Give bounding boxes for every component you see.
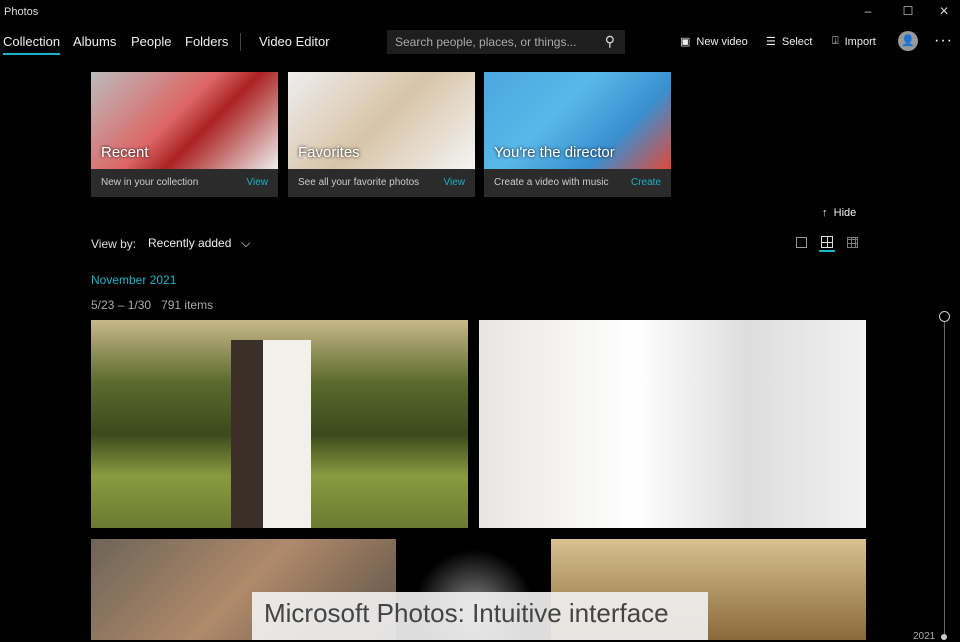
select-label: Select (781, 35, 813, 48)
card-subtitle: See all your favorite photos (298, 177, 420, 188)
card-subtitle: New in your collection (101, 177, 199, 188)
card-title: You're the director (494, 144, 615, 161)
timeline-year[interactable]: 2021 (913, 631, 935, 642)
search-placeholder: Search people, places, or things... (395, 35, 577, 49)
view-by-label: View by: (91, 237, 137, 251)
card-view-link[interactable]: View (247, 177, 269, 189)
timeline-year-dot (941, 634, 947, 640)
card-subtitle: Create a video with music (494, 177, 609, 188)
timeline-rail[interactable] (944, 322, 945, 640)
new-video-label: New video (696, 35, 748, 48)
chevron-down-icon: ⌵ (241, 236, 251, 250)
new-video-button[interactable]: ▣ New video (680, 35, 748, 49)
favorites-image: Favorites (288, 72, 475, 169)
photo-child[interactable] (479, 320, 866, 528)
caption-overlay: Microsoft Photos: Intuitive interface (252, 592, 708, 640)
tab-collection[interactable]: Collection (3, 34, 61, 55)
arrow-up-icon: ↑ (822, 207, 828, 219)
photo-wedding[interactable] (91, 320, 468, 528)
medium-view-icon[interactable] (821, 236, 833, 248)
couple-shape (231, 340, 311, 528)
card-title: Favorites (298, 144, 360, 161)
tab-albums[interactable]: Albums (73, 34, 116, 49)
minimize-button[interactable]: – (858, 4, 878, 20)
card-create-link[interactable]: Create (631, 177, 661, 189)
recent-image: Recent (91, 72, 278, 169)
import-button[interactable]: ⍗ Import (832, 35, 876, 48)
month-heading: November 2021 (91, 273, 177, 287)
date-range: 5/23 – 1/30 791 items (91, 298, 213, 312)
tab-video-editor[interactable]: Video Editor (259, 34, 330, 49)
timeline-handle[interactable] (939, 311, 950, 322)
card-favorites[interactable]: Favorites See all your favorite photos Vi… (288, 72, 475, 197)
app-title: Photos (4, 6, 39, 18)
date-range-text: 5/23 – 1/30 (91, 298, 152, 312)
select-button[interactable]: ☰ Select (766, 35, 813, 49)
import-label: Import (844, 35, 876, 48)
search-input[interactable]: Search people, places, or things... ⚲ (387, 30, 625, 54)
tab-folders[interactable]: Folders (185, 34, 228, 49)
hide-button[interactable]: ↑ Hide (822, 207, 856, 219)
nav-divider (240, 33, 241, 51)
hide-label: Hide (833, 207, 857, 219)
select-list-icon: ☰ (766, 36, 776, 48)
maximize-button[interactable]: ☐ (898, 4, 918, 20)
item-count: 791 items (161, 298, 214, 312)
import-icon: ⍗ (832, 35, 839, 47)
large-view-icon[interactable] (796, 237, 807, 248)
card-view-link[interactable]: View (444, 177, 466, 189)
view-by-dropdown[interactable]: Recently added ⌵ (148, 236, 251, 251)
close-button[interactable]: ✕ (934, 4, 954, 20)
tab-people[interactable]: People (131, 34, 171, 49)
search-icon[interactable]: ⚲ (605, 33, 615, 50)
active-view-indicator (819, 250, 835, 252)
account-avatar[interactable]: 👤 (898, 31, 918, 51)
video-icon: ▣ (680, 36, 691, 48)
director-image: You're the director (484, 72, 671, 169)
view-by-value: Recently added (148, 236, 232, 250)
small-view-icon[interactable] (847, 237, 858, 248)
more-options-button[interactable]: ··· (934, 32, 953, 50)
card-director[interactable]: You're the director Create a video with … (484, 72, 671, 197)
card-title: Recent (101, 144, 149, 161)
card-recent[interactable]: Recent New in your collection View (91, 72, 278, 197)
